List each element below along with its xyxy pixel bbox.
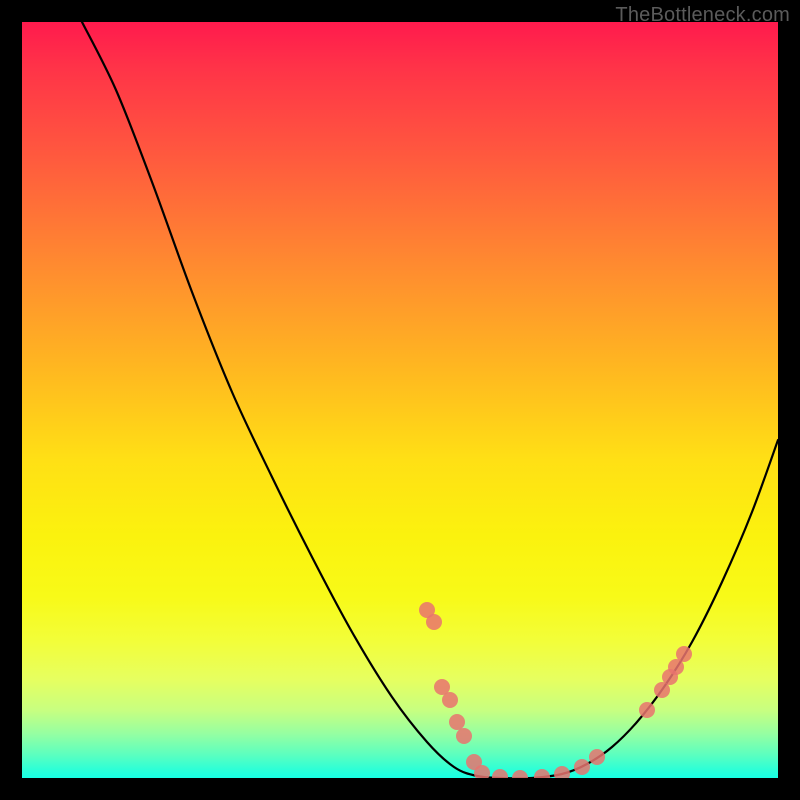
data-marker [442,692,458,708]
data-marker [456,728,472,744]
data-markers [419,602,692,778]
data-marker [574,759,590,775]
watermark-label: TheBottleneck.com [615,4,790,27]
data-marker [676,646,692,662]
chart-frame: TheBottleneck.com [0,0,800,800]
data-marker [512,770,528,778]
data-marker [492,769,508,778]
curve-svg [22,22,778,778]
data-marker [639,702,655,718]
data-marker [589,749,605,765]
data-marker [449,714,465,730]
data-marker [554,766,570,778]
data-marker [534,769,550,778]
plot-area [22,22,778,778]
data-marker [426,614,442,630]
